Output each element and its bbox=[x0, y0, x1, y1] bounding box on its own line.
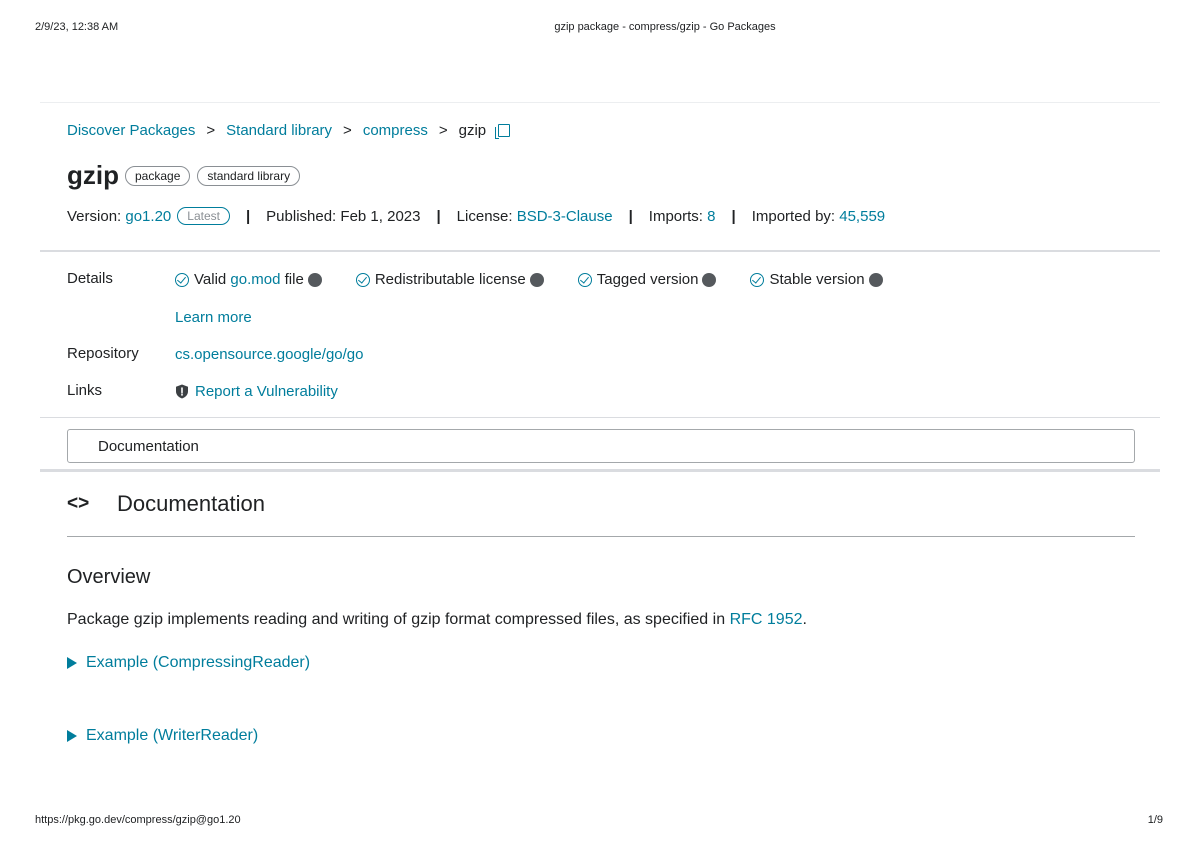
imports-link[interactable]: 8 bbox=[707, 208, 715, 225]
breadcrumb-standard-library[interactable]: Standard library bbox=[226, 122, 332, 139]
version-label: Version: bbox=[67, 207, 122, 225]
check-circle-icon bbox=[355, 272, 370, 287]
breadcrumb-compress[interactable]: compress bbox=[363, 122, 428, 139]
breadcrumb-current: gzip bbox=[458, 122, 487, 139]
example-compressing-reader-label[interactable]: Example (CompressingReader) bbox=[86, 654, 310, 672]
print-doc-title: gzip package - compress/gzip - Go Packag… bbox=[554, 21, 776, 33]
details-top-divider bbox=[40, 250, 1160, 252]
documentation-divider bbox=[67, 536, 1135, 537]
imported-by-label: Imported by: bbox=[751, 207, 836, 225]
license-link[interactable]: BSD-3-Clause bbox=[517, 208, 613, 225]
breadcrumb-separator: > bbox=[343, 122, 352, 139]
repository-link[interactable]: cs.opensource.google/go/go bbox=[175, 346, 363, 363]
stable-text: Stable version bbox=[769, 271, 865, 288]
stable-item: Stable version bbox=[750, 271, 883, 288]
check-circle-icon bbox=[175, 272, 189, 287]
example-compressing-reader[interactable]: Example (CompressingReader) bbox=[67, 654, 310, 672]
meta-separator: | bbox=[628, 207, 633, 225]
report-vulnerability-link[interactable]: Report a Vulnerability bbox=[195, 383, 338, 400]
tagged-text: Tagged version bbox=[596, 271, 699, 288]
meta-separator: | bbox=[245, 207, 251, 225]
repository-label: Repository bbox=[67, 345, 139, 362]
package-title-row: gzip package standard library bbox=[67, 160, 307, 191]
published-label: Published: bbox=[266, 207, 337, 225]
page-title: gzip bbox=[67, 160, 119, 190]
documentation-nav-item[interactable]: Documentation bbox=[98, 438, 199, 455]
meta-separator: | bbox=[436, 207, 441, 225]
info-icon[interactable] bbox=[868, 272, 883, 287]
expand-triangle-icon bbox=[67, 657, 77, 669]
report-vulnerability[interactable]: Report a Vulnerability bbox=[175, 383, 338, 400]
redistributable-item: Redistributable license bbox=[355, 271, 544, 288]
redistributable-text: Redistributable license bbox=[374, 271, 526, 288]
package-meta: Version: go1.20 Latest | Published: Feb … bbox=[67, 207, 885, 225]
print-url: https://pkg.go.dev/compress/gzip@go1.20 bbox=[35, 814, 241, 826]
rfc-link[interactable]: RFC 1952 bbox=[730, 611, 803, 628]
valid-prefix: Valid bbox=[194, 271, 227, 288]
details-checks: Valid go.mod file Redistributable licens… bbox=[175, 271, 917, 288]
info-icon[interactable] bbox=[702, 272, 717, 287]
gomod-link[interactable]: go.mod bbox=[230, 271, 280, 288]
documentation-heading: <> Documentation bbox=[67, 491, 265, 517]
overview-text: Package gzip implements reading and writ… bbox=[67, 611, 726, 628]
breadcrumb-discover-packages[interactable]: Discover Packages bbox=[67, 122, 195, 139]
published-date: Feb 1, 2023 bbox=[340, 207, 421, 225]
overview-paragraph: Package gzip implements reading and writ… bbox=[67, 611, 807, 629]
license-label: License: bbox=[456, 207, 513, 225]
valid-gomod-item: Valid go.mod file bbox=[175, 271, 322, 288]
imports-label: Imports: bbox=[648, 207, 703, 225]
info-icon[interactable] bbox=[529, 272, 544, 287]
copy-icon[interactable] bbox=[495, 123, 511, 139]
example-writer-reader-label[interactable]: Example (WriterReader) bbox=[86, 727, 258, 745]
valid-suffix: file bbox=[284, 271, 304, 288]
details-bottom-divider bbox=[40, 417, 1160, 418]
check-circle-icon bbox=[750, 272, 765, 287]
expand-triangle-icon bbox=[67, 730, 77, 742]
breadcrumb: Discover Packages > Standard library > c… bbox=[67, 122, 511, 139]
imported-by-link[interactable]: 45,559 bbox=[839, 208, 885, 225]
example-writer-reader[interactable]: Example (WriterReader) bbox=[67, 727, 258, 745]
tagged-item: Tagged version bbox=[577, 271, 717, 288]
breadcrumb-separator: > bbox=[206, 122, 216, 139]
learn-more-link[interactable]: Learn more bbox=[175, 309, 252, 326]
links-label: Links bbox=[67, 382, 103, 399]
code-icon: <> bbox=[67, 493, 90, 514]
info-icon[interactable] bbox=[307, 272, 322, 287]
meta-separator: | bbox=[731, 207, 736, 225]
documentation-nav-box[interactable]: Documentation bbox=[67, 429, 1135, 463]
overview-end: . bbox=[802, 611, 807, 628]
overview-title: Overview bbox=[67, 566, 151, 588]
print-page-number: 1/9 bbox=[1147, 814, 1163, 826]
top-divider bbox=[40, 102, 1160, 103]
details-label: Details bbox=[67, 270, 113, 287]
latest-badge[interactable]: Latest bbox=[177, 207, 230, 225]
version-link[interactable]: go1.20 bbox=[125, 208, 171, 225]
shield-icon bbox=[176, 384, 188, 399]
package-chip: package bbox=[125, 165, 191, 186]
check-circle-icon bbox=[577, 272, 592, 287]
standard-library-chip: standard library bbox=[197, 165, 301, 186]
breadcrumb-separator: > bbox=[438, 122, 448, 139]
nav-bottom-divider bbox=[40, 469, 1160, 472]
documentation-title: Documentation bbox=[117, 491, 265, 516]
